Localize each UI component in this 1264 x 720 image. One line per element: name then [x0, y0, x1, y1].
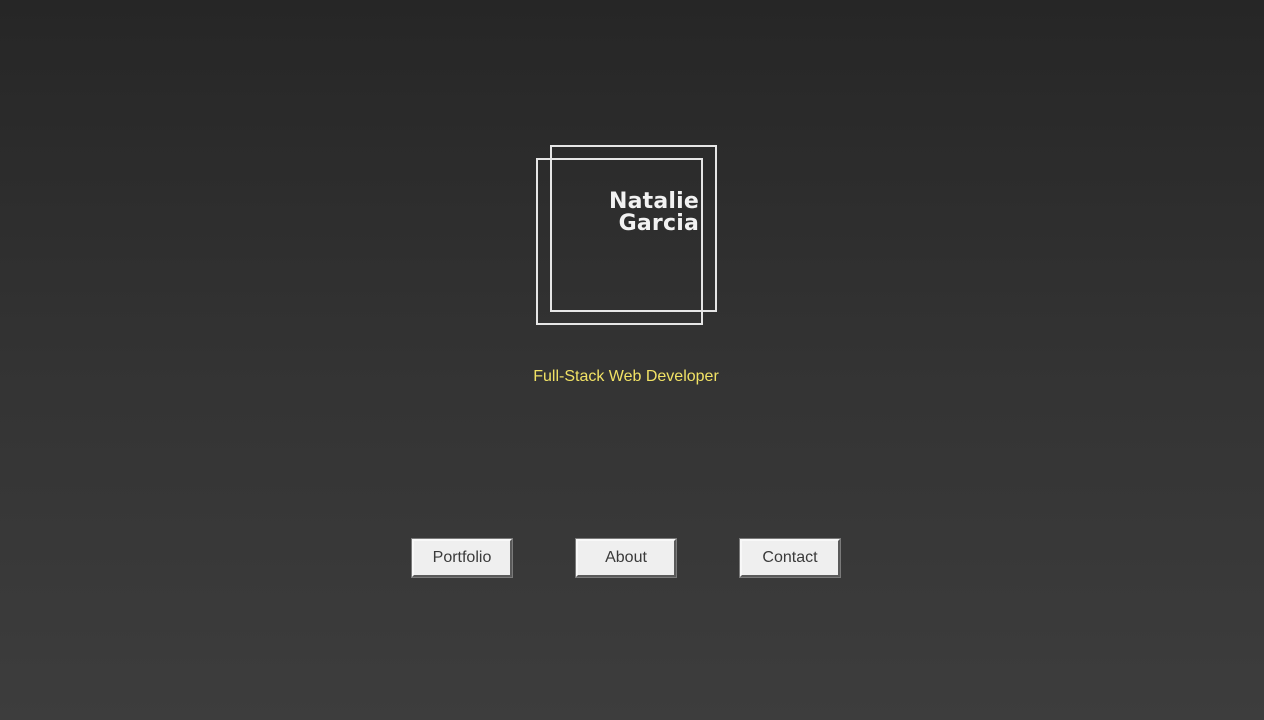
logo-first-name: Natalie [608, 189, 699, 214]
logo-last-name: Garcia [618, 211, 699, 236]
logo-name: Natalie Garcia [609, 191, 699, 235]
portfolio-button[interactable]: Portfolio [411, 538, 513, 578]
contact-button[interactable]: Contact [739, 538, 841, 578]
logo: Natalie Garcia [536, 145, 717, 325]
logo-frame-front [536, 158, 703, 325]
about-button[interactable]: About [575, 538, 677, 578]
subtitle: Full-Stack Web Developer [533, 368, 719, 385]
